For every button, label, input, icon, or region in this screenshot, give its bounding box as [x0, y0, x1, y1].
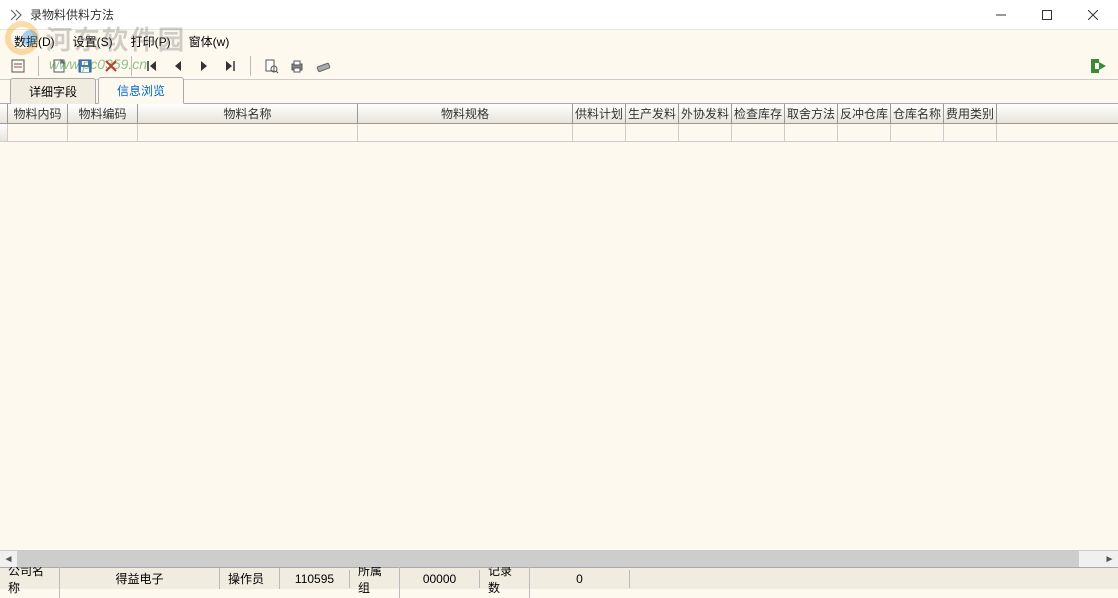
exit-button[interactable]: [1086, 55, 1110, 77]
status-operator-value: 110595: [280, 570, 350, 588]
scroll-thumb[interactable]: [17, 551, 1079, 568]
tab-detail-fields[interactable]: 详细字段: [10, 78, 96, 104]
menu-data[interactable]: 数据(D): [6, 31, 63, 52]
horizontal-scrollbar[interactable]: ◄ ►: [0, 550, 1118, 567]
scroll-left-button[interactable]: ◄: [0, 551, 17, 568]
status-group-value: 00000: [400, 570, 480, 588]
separator: [131, 56, 132, 76]
first-record-button[interactable]: [140, 55, 164, 77]
grid-header: 物料内码 物料编码 物料名称 物料规格 供料计划 生产发料 外协发料 检查库存 …: [0, 104, 1118, 124]
print-preview-button[interactable]: [259, 55, 283, 77]
tabs: 详细字段 信息浏览: [0, 80, 1118, 104]
maximize-button[interactable]: [1024, 0, 1070, 30]
form-button[interactable]: [6, 55, 30, 77]
col-rounding-method[interactable]: 取舍方法: [785, 104, 838, 123]
titlebar-left: 录物料供料方法: [8, 6, 114, 23]
col-supply-plan[interactable]: 供料计划: [573, 104, 626, 123]
data-grid: 物料内码 物料编码 物料名称 物料规格 供料计划 生产发料 外协发料 检查库存 …: [0, 104, 1118, 567]
statusbar: 公司名称 得益电子 操作员 110595 所属组 00000 记录数 0: [0, 567, 1118, 589]
col-warehouse-name[interactable]: 仓库名称: [891, 104, 944, 123]
toolbar: [0, 52, 1118, 80]
tool-button[interactable]: [311, 55, 335, 77]
minimize-button[interactable]: [978, 0, 1024, 30]
col-material-name[interactable]: 物料名称: [138, 104, 358, 123]
last-record-button[interactable]: [218, 55, 242, 77]
status-company-value: 得益电子: [60, 568, 220, 589]
col-material-spec[interactable]: 物料规格: [358, 104, 573, 123]
status-record-value: 0: [530, 570, 630, 588]
menubar: 数据(D) 设置(S) 打印(P) 窗体(w): [0, 30, 1118, 52]
print-button[interactable]: [285, 55, 309, 77]
delete-button[interactable]: [99, 55, 123, 77]
col-production-issue[interactable]: 生产发料: [626, 104, 679, 123]
scroll-right-button[interactable]: ►: [1101, 551, 1118, 568]
separator: [38, 56, 39, 76]
col-outsource-issue[interactable]: 外协发料: [679, 104, 732, 123]
new-button[interactable]: [47, 55, 71, 77]
prev-record-button[interactable]: [166, 55, 190, 77]
save-button[interactable]: [73, 55, 97, 77]
col-backflush-warehouse[interactable]: 反冲仓库: [838, 104, 891, 123]
menu-print[interactable]: 打印(P): [123, 31, 179, 52]
col-check-stock[interactable]: 检查库存: [732, 104, 785, 123]
app-icon: [8, 7, 24, 23]
close-button[interactable]: [1070, 0, 1116, 30]
window-title: 录物料供料方法: [30, 6, 114, 23]
col-material-code[interactable]: 物料编码: [68, 104, 138, 123]
next-record-button[interactable]: [192, 55, 216, 77]
col-expense-category[interactable]: 费用类别: [944, 104, 997, 123]
menu-window[interactable]: 窗体(w): [181, 31, 238, 52]
tab-info-browse[interactable]: 信息浏览: [98, 77, 184, 104]
scroll-track[interactable]: [17, 551, 1101, 568]
window-controls: [978, 0, 1116, 30]
separator: [250, 56, 251, 76]
menu-settings[interactable]: 设置(S): [65, 31, 121, 52]
col-material-innercode[interactable]: 物料内码: [8, 104, 68, 123]
status-operator-label: 操作员: [220, 568, 280, 589]
row-selector-header[interactable]: [0, 104, 8, 123]
titlebar: 录物料供料方法: [0, 0, 1118, 30]
grid-empty-row[interactable]: [0, 124, 1118, 142]
